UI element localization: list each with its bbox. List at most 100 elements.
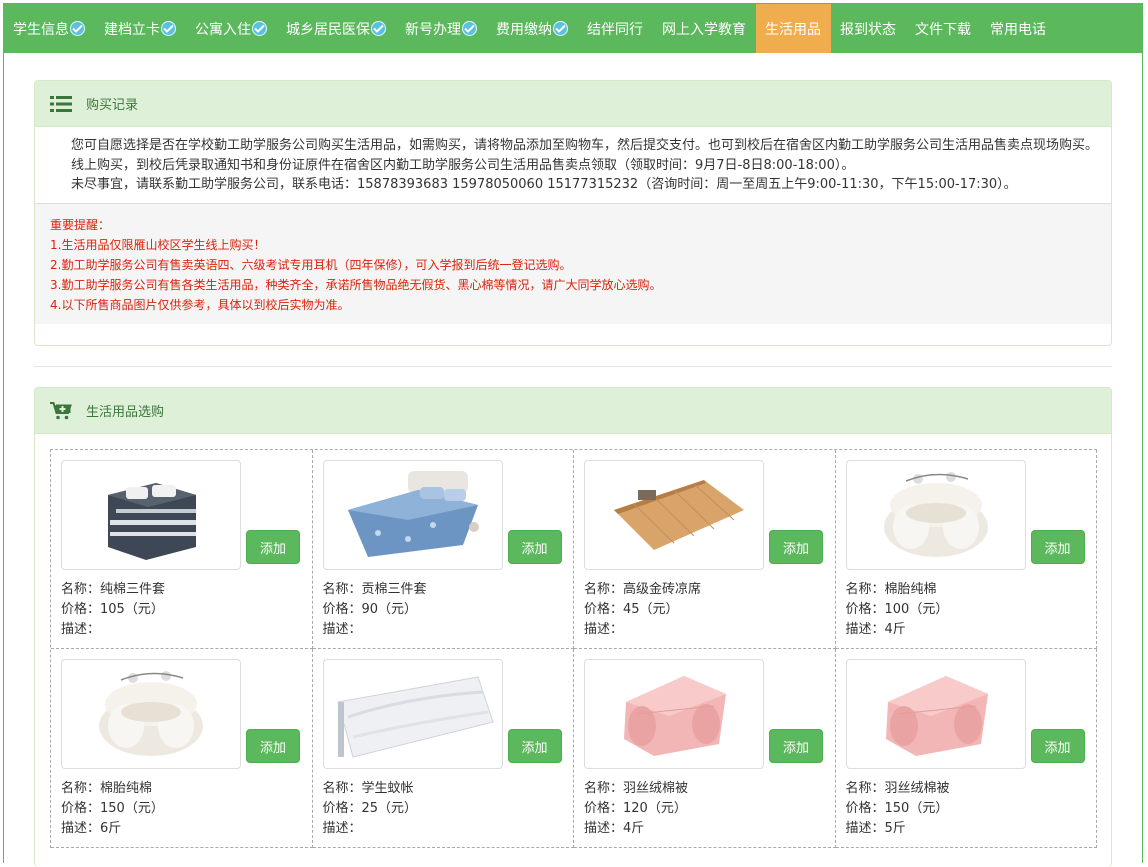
product-grid: 添加 名称：纯棉三件套 价格：105（元） 描述： 添加 名称：贡棉三件套 价格：90（元）… [50, 449, 1097, 848]
product-price: 价格：100（元） [845, 602, 949, 617]
product-price: 价格：90（元） [322, 602, 418, 617]
product-description: 描述：4斤 [845, 622, 906, 637]
nav-item-5[interactable]: 费用缴纳 [487, 4, 578, 53]
product-price: 价格：105（元） [61, 602, 164, 617]
intro-paragraph: 您可自愿选择是否在学校勤工助学服务公司购买生活用品，如需购买，请将物品添加至购物… [71, 138, 1099, 153]
product-card: 添加名称：学生蚊帐 价格：25（元） 描述： [312, 649, 574, 848]
notice-item: 1.生活用品仅限雁山校区学生线上购买！ [50, 237, 266, 252]
notice-title: 重要提醒： [50, 217, 111, 232]
nav-item-label: 学生信息 [13, 21, 69, 38]
nav-item-label: 费用缴纳 [496, 21, 552, 38]
product-description: 描述： [322, 821, 362, 836]
product-image [845, 460, 1026, 570]
nav-item-0[interactable]: 学生信息 [4, 4, 95, 53]
nav-item-4[interactable]: 新号办理 [396, 4, 487, 53]
product-name: 名称：贡棉三件套 [322, 582, 427, 597]
product-name: 名称：羽丝绒棉被 [845, 781, 950, 796]
product-image [322, 659, 503, 769]
nav-item-2[interactable]: 公寓入住 [186, 4, 277, 53]
product-name: 名称：羽丝绒棉被 [584, 781, 689, 796]
product-name: 名称：纯棉三件套 [61, 582, 166, 597]
product-description: 描述：4斤 [584, 821, 645, 836]
purchase-intro: 您可自愿选择是否在学校勤工助学服务公司购买生活用品，如需购买，请将物品添加至购物… [35, 127, 1111, 203]
nav-item-11[interactable]: 常用电话 [981, 4, 1056, 53]
purchase-record-heading: 购买记录 [35, 81, 1111, 127]
add-to-cart-button[interactable]: 添加 [769, 530, 823, 564]
nav-item-label: 常用电话 [990, 21, 1046, 38]
product-image [61, 659, 241, 769]
product-image [845, 659, 1026, 769]
section-divider [34, 366, 1112, 367]
product-card: 添加名称：羽丝绒棉被 价格：150（元） 描述：5斤 [835, 649, 1097, 848]
product-description: 描述： [584, 622, 624, 637]
add-to-cart-button[interactable]: 添加 [246, 729, 300, 763]
add-to-cart-button[interactable]: 添加 [507, 530, 562, 564]
check-circle-icon [462, 21, 477, 36]
cart-plus-icon [50, 401, 74, 420]
nav-item-label: 网上入学教育 [662, 21, 746, 38]
product-description: 描述： [322, 622, 362, 637]
nav-item-1[interactable]: 建档立卡 [95, 4, 186, 53]
product-card: 添加名称：羽丝绒棉被 价格：120（元） 描述：4斤 [574, 649, 836, 848]
nav-item-6[interactable]: 结伴同行 [578, 4, 653, 53]
shop-title: 生活用品选购 [86, 405, 165, 420]
add-to-cart-button[interactable]: 添加 [769, 729, 823, 763]
product-price: 价格：150（元） [61, 801, 164, 816]
nav-item-8[interactable]: 生活用品 [756, 4, 831, 53]
nav-item-label: 建档立卡 [104, 21, 160, 38]
list-icon [50, 95, 74, 113]
product-name: 名称：高级金砖凉席 [584, 582, 702, 597]
nav-item-label: 结伴同行 [587, 21, 643, 38]
product-card: 添加名称：纯棉三件套 价格：105（元） 描述： [51, 450, 313, 649]
product-info: 名称：羽丝绒棉被 价格：150（元） 描述：5斤 [846, 779, 950, 839]
product-card: 添加名称：棉胎纯棉 价格：100（元） 描述：4斤 [835, 450, 1097, 649]
nav-item-label: 报到状态 [840, 21, 896, 38]
product-name: 名称：棉胎纯棉 [845, 582, 937, 597]
product-info: 名称：羽丝绒棉被 价格：120（元） 描述：4斤 [584, 779, 688, 839]
product-description: 描述：5斤 [845, 821, 906, 836]
product-name: 名称：学生蚊帐 [322, 781, 414, 796]
product-info: 名称：学生蚊帐 价格：25（元） 描述： [323, 779, 418, 839]
product-image [584, 659, 764, 769]
nav-item-label: 公寓入住 [195, 21, 251, 38]
shop-heading: 生活用品选购 [35, 388, 1111, 434]
product-image [61, 460, 241, 570]
notice-item: 3.勤工助学服务公司有售各类生活用品，种类齐全，承诺所售物品绝无假货、黑心棉等情… [50, 277, 662, 292]
nav-item-label: 城乡居民医保 [286, 21, 370, 38]
purchase-record-panel: 购买记录 您可自愿选择是否在学校勤工助学服务公司购买生活用品，如需购买，请将物品… [34, 80, 1112, 346]
product-info: 名称：贡棉三件套 价格：90（元） 描述： [323, 580, 427, 640]
product-card: 添加名称：贡棉三件套 价格：90（元） 描述： [312, 450, 574, 649]
add-to-cart-button[interactable]: 添加 [246, 530, 300, 564]
product-image [322, 460, 503, 570]
add-to-cart-button[interactable]: 添加 [1030, 530, 1085, 564]
product-card: 添加 名称：棉胎纯棉 价格：150（元） 描述：6斤 [51, 649, 313, 848]
intro-paragraph: 未尽事宜，请联系勤工助学服务公司，联系电话：15878393683 159780… [71, 177, 1017, 192]
top-nav: 学生信息 建档立卡 公寓入住 城乡居民医保 新号办理 费用缴纳 结伴同行 网上入学教育 生活用品… [4, 4, 1142, 53]
product-card: 添加名称：高级金砖凉席 价格：45（元） 描述： [574, 450, 836, 649]
check-circle-icon [252, 21, 267, 36]
nav-item-3[interactable]: 城乡居民医保 [277, 4, 396, 53]
nav-item-10[interactable]: 文件下载 [906, 4, 981, 53]
intro-paragraph: 线上购买，到校后凭录取通知书和身份证原件在宿舍区内勤工助学服务公司生活用品售卖点… [71, 157, 855, 173]
product-price: 价格：25（元） [322, 801, 418, 816]
product-name: 名称：棉胎纯棉 [61, 781, 153, 796]
check-circle-icon [553, 21, 568, 36]
nav-item-label: 新号办理 [405, 21, 461, 38]
add-to-cart-button[interactable]: 添加 [507, 729, 562, 763]
product-price: 价格：120（元） [584, 801, 687, 816]
nav-item-7[interactable]: 网上入学教育 [653, 4, 756, 53]
purchase-record-title: 购买记录 [86, 98, 139, 113]
check-circle-icon [70, 21, 85, 36]
notice-item: 4.以下所售商品图片仅供参考，具体以到校后实物为准。 [50, 297, 350, 312]
product-info: 名称：纯棉三件套 价格：105（元） 描述： [61, 580, 165, 640]
product-image [584, 460, 764, 570]
product-info: 名称：棉胎纯棉 价格：100（元） 描述：4斤 [846, 580, 949, 640]
important-notice: 重要提醒： 1.生活用品仅限雁山校区学生线上购买！ 2.勤工助学服务公司有售卖英… [35, 202, 1111, 324]
nav-item-9[interactable]: 报到状态 [831, 4, 906, 53]
product-price: 价格：45（元） [584, 602, 679, 617]
nav-item-label: 文件下载 [915, 21, 971, 38]
check-circle-icon [161, 21, 176, 36]
product-description: 描述： [61, 622, 101, 637]
nav-item-label: 生活用品 [765, 21, 821, 38]
add-to-cart-button[interactable]: 添加 [1030, 729, 1085, 763]
